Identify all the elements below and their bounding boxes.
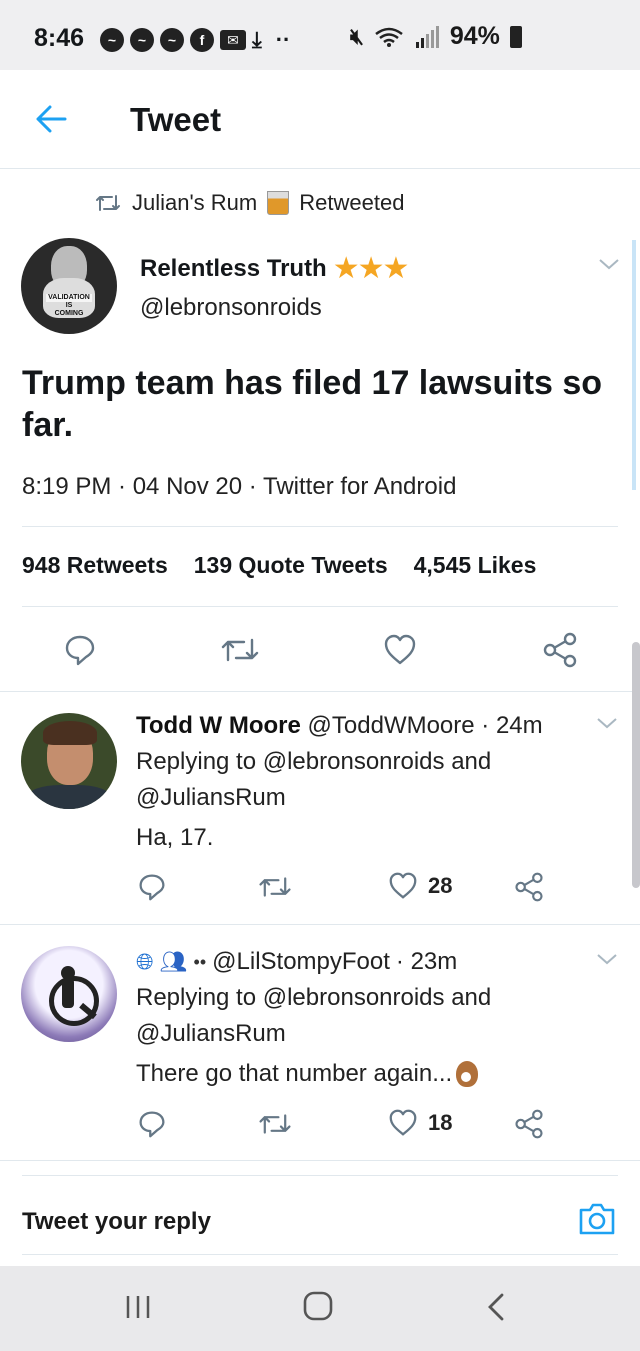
retweet-icon — [96, 195, 120, 211]
system-status: 🔇︎ 94% — [350, 22, 522, 51]
reply-time: · 23m — [395, 948, 458, 975]
like-icon[interactable] — [388, 1109, 418, 1137]
wifi-icon — [375, 27, 403, 47]
like-action[interactable]: 18 — [388, 1109, 452, 1137]
reply-text: There go that number again... — [136, 1060, 453, 1087]
retweeted-label: Retweeted — [299, 190, 405, 215]
replying-to[interactable]: Replying to @lebronsonroids and @Julians… — [136, 744, 491, 816]
like-action[interactable]: 28 — [388, 872, 452, 900]
reply-icon[interactable] — [64, 634, 96, 666]
download-icon: ⤓ — [252, 27, 262, 52]
author-name: Relentless Truth — [140, 254, 327, 282]
facebook-icon: f — [190, 28, 214, 52]
scrollbar[interactable] — [632, 642, 640, 888]
reply-avatar[interactable] — [21, 713, 117, 809]
status-bar — [0, 0, 640, 70]
reply-author-name: Todd W Moore — [136, 712, 301, 739]
star-icons: ★★★ — [332, 252, 410, 285]
avatar-text: VALIDATION — [46, 294, 92, 302]
reply-icon[interactable] — [138, 1110, 166, 1138]
back-nav-icon[interactable] — [486, 1292, 506, 1322]
author-handle[interactable]: @lebronsonroids — [140, 294, 322, 322]
replying-to[interactable]: Replying to @lebronsonroids and @Julians… — [136, 980, 491, 1052]
retweet-context[interactable]: Julian's Rum Retweeted — [94, 190, 404, 216]
chevron-down-icon[interactable] — [596, 953, 618, 965]
notification-icons: ~ ~ ~ f ✉ ⤓ ·· — [100, 26, 290, 54]
battery-icon — [509, 25, 522, 48]
page-title: Tweet — [130, 101, 222, 138]
mail-icon: ✉ — [220, 30, 246, 50]
recent-apps-icon[interactable] — [124, 1294, 152, 1320]
globe-icon: 🌐︎ — [136, 949, 154, 974]
people-icon: 👥︎ — [159, 949, 188, 974]
tweet-stats: 948 Retweets 139 Quote Tweets 4,545 Like… — [22, 552, 536, 579]
reply-author-handle: @LilStompyFoot — [212, 948, 390, 975]
avatar-text: IS — [65, 302, 73, 309]
avatar-text: COMING — [54, 310, 84, 317]
chevron-down-icon[interactable] — [596, 717, 618, 729]
mute-icon: 🔇︎ — [350, 23, 364, 49]
header-bar — [0, 70, 640, 169]
chevron-down-icon[interactable] — [598, 258, 620, 270]
share-icon[interactable] — [542, 632, 578, 668]
reply-avatar[interactable] — [21, 946, 117, 1042]
share-icon[interactable] — [514, 872, 544, 902]
messenger-icon: ~ — [100, 28, 124, 52]
divider — [0, 691, 640, 692]
tweet-text: Trump team has filed 17 lawsuits so far. — [22, 364, 603, 444]
more-dots-icon: ·· — [275, 27, 291, 52]
messenger-icon: ~ — [160, 28, 184, 52]
home-icon[interactable] — [302, 1290, 334, 1322]
reply-input[interactable]: Tweet your reply — [22, 1208, 211, 1236]
author-name-row[interactable]: Relentless Truth ★★★ — [140, 251, 410, 286]
reply-text: Ha, 17. — [136, 824, 214, 851]
reply-header[interactable]: 🌐︎ 👥︎ •• @LilStompyFoot · 23m — [136, 948, 457, 976]
likes-stat[interactable]: 4,545 Likes — [414, 552, 537, 579]
like-count: 18 — [428, 1110, 453, 1135]
reply-time: · 24m — [481, 712, 543, 739]
ok-hand-icon — [456, 1061, 479, 1087]
signal-icon — [415, 25, 439, 48]
divider — [22, 1254, 618, 1255]
reply-icon[interactable] — [138, 873, 166, 901]
like-count: 28 — [428, 873, 453, 898]
reply-author-handle: @ToddWMoore — [307, 712, 475, 739]
divider — [22, 1175, 618, 1176]
divider — [0, 1160, 640, 1161]
status-time: 8:46 — [34, 24, 85, 52]
eyes-icon: •• — [193, 951, 207, 972]
messenger-icon: ~ — [130, 28, 154, 52]
divider — [0, 924, 640, 925]
divider — [22, 606, 618, 607]
divider — [22, 526, 618, 527]
reply-header[interactable]: Todd W Moore @ToddWMoore · 24m — [136, 712, 543, 740]
share-icon[interactable] — [514, 1109, 544, 1139]
retweet-icon[interactable] — [220, 636, 260, 664]
author-avatar[interactable]: VALIDATION IS COMING — [21, 238, 117, 334]
camera-icon[interactable] — [578, 1202, 616, 1236]
retweet-icon[interactable] — [258, 1112, 292, 1136]
quotes-stat[interactable]: 139 Quote Tweets — [194, 552, 388, 579]
reply-text-row: There go that number again... — [136, 1056, 479, 1092]
scroll-indicator — [632, 240, 636, 490]
retweet-icon[interactable] — [258, 875, 292, 899]
retweeter-name: Julian's Rum — [132, 190, 258, 215]
back-arrow-icon[interactable] — [34, 103, 68, 135]
whiskey-glass-icon — [267, 191, 290, 215]
tweet-meta: 8:19 PM · 04 Nov 20 · Twitter for Androi… — [22, 473, 457, 500]
battery-percent: 94% — [449, 22, 500, 50]
like-icon[interactable] — [383, 634, 417, 666]
retweets-stat[interactable]: 948 Retweets — [22, 552, 168, 579]
like-icon[interactable] — [388, 872, 418, 900]
